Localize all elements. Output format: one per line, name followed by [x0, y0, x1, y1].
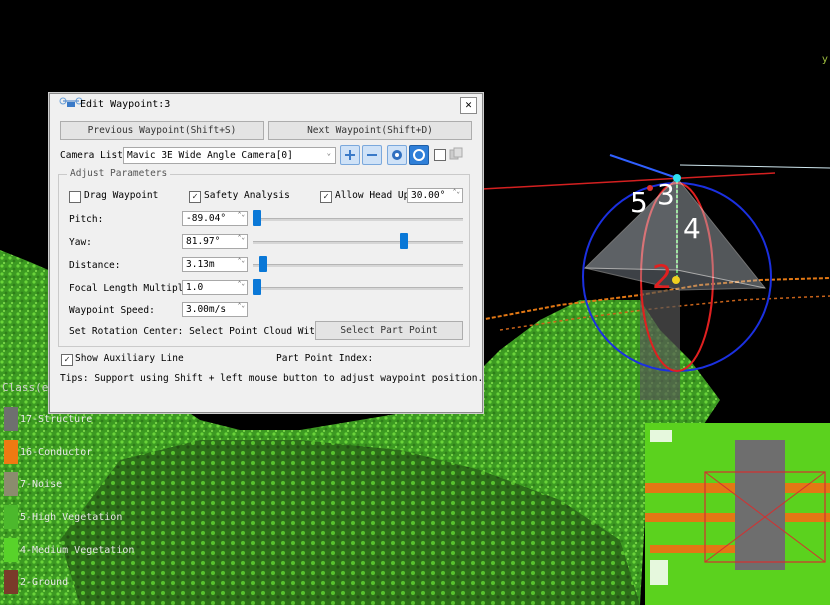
- rotation-center-label: Set Rotation Center: Select Point Cloud …: [69, 326, 350, 337]
- axis-label: y: [822, 54, 828, 65]
- focal-length-spinbox[interactable]: 1.0 ⌃⌄: [182, 280, 248, 295]
- refresh-camera-button[interactable]: [409, 145, 429, 165]
- waypoint-speed-spinbox[interactable]: 3.00m/s ⌃⌄: [182, 302, 248, 317]
- waypoint-label: 3: [657, 178, 675, 211]
- pitch-slider-thumb[interactable]: [253, 210, 261, 226]
- distance-spinbox[interactable]: 3.13m ⌃⌄: [182, 257, 248, 272]
- safety-analysis-label: Safety Analysis: [204, 190, 290, 201]
- waypoint-label: 4: [683, 212, 701, 245]
- minus-icon: [367, 154, 377, 156]
- next-waypoint-button[interactable]: Next Waypoint(Shift+D): [268, 121, 472, 140]
- show-auxiliary-line-checkbox[interactable]: ✓: [61, 354, 73, 366]
- spin-arrows-icon[interactable]: ⌃⌄: [238, 281, 245, 287]
- spin-value: -89.04°: [186, 213, 227, 224]
- camera-option-checkbox[interactable]: [434, 149, 446, 161]
- drag-waypoint-checkbox[interactable]: [69, 191, 81, 203]
- spin-value: 81.97°: [186, 236, 221, 247]
- close-icon: ✕: [465, 98, 472, 111]
- head-up-angle-spinbox[interactable]: 30.00° ⌃⌄: [407, 188, 463, 203]
- dialog-title: Edit Waypoint:3: [80, 99, 171, 110]
- legend-swatch: [4, 505, 18, 529]
- legend-label: 16-Conductor: [20, 446, 93, 458]
- axis-line: [679, 164, 830, 169]
- waypoint-label: 5: [630, 186, 648, 219]
- spin-arrows-icon[interactable]: ⌃⌄: [238, 303, 245, 309]
- safety-analysis-checkbox[interactable]: ✓: [189, 191, 201, 203]
- legend-label: 17-Structure: [20, 413, 93, 425]
- legend-item: 5-High Vegetation: [4, 505, 122, 529]
- legend-item: 2-Ground: [4, 570, 68, 594]
- check-icon: ✓: [192, 192, 198, 202]
- close-button[interactable]: ✕: [460, 97, 477, 114]
- legend-swatch: [4, 440, 18, 464]
- tips-text: Tips: Support using Shift + left mouse b…: [60, 373, 484, 384]
- spin-arrows-icon[interactable]: ⌃⌄: [453, 189, 460, 195]
- legend-title: Class(es: [2, 381, 55, 394]
- spin-arrows-icon[interactable]: ⌃⌄: [238, 212, 245, 218]
- camera-list-label: Camera List:: [60, 150, 129, 161]
- preview-camera-button[interactable]: [387, 145, 407, 165]
- add-camera-button[interactable]: [340, 145, 360, 165]
- spin-value: 1.0: [186, 282, 204, 293]
- legend-label: 4-Medium Vegetation: [20, 544, 135, 556]
- focal-length-slider-thumb[interactable]: [253, 279, 261, 295]
- edit-waypoint-dialog: Edit Waypoint:3 ✕ Previous Waypoint(Shif…: [49, 93, 483, 413]
- yaw-spinbox[interactable]: 81.97° ⌃⌄: [182, 234, 248, 249]
- previous-waypoint-button[interactable]: Previous Waypoint(Shift+S): [60, 121, 264, 140]
- camera-view-icon: [392, 150, 402, 160]
- focal-length-slider-track[interactable]: [253, 287, 463, 290]
- show-auxiliary-line-label: Show Auxiliary Line: [75, 353, 184, 364]
- check-icon: ✓: [323, 192, 329, 202]
- dialog-titlebar[interactable]: Edit Waypoint:3 ✕: [50, 94, 482, 116]
- reference-line: [481, 172, 776, 190]
- distance-slider-track[interactable]: [253, 264, 463, 267]
- spin-value: 30.00°: [411, 190, 446, 201]
- yaw-label: Yaw:: [69, 237, 92, 248]
- legend-item: 4-Medium Vegetation: [4, 538, 134, 562]
- legend-label: 5-High Vegetation: [20, 511, 123, 523]
- legend-swatch: [4, 570, 18, 594]
- yaw-slider-thumb[interactable]: [400, 233, 408, 249]
- chevron-down-icon: ⌄: [326, 149, 331, 157]
- mini-view[interactable]: [645, 423, 830, 605]
- legend-swatch: [4, 538, 18, 562]
- waypoint-label: 2: [652, 258, 672, 296]
- spin-arrows-icon[interactable]: ⌃⌄: [238, 235, 245, 241]
- copy-icon[interactable]: [449, 147, 463, 161]
- remove-camera-button[interactable]: [362, 145, 382, 165]
- plus-icon: [345, 150, 355, 160]
- yaw-slider-track[interactable]: [253, 241, 463, 244]
- waypoint-marker[interactable]: [672, 276, 680, 284]
- pitch-slider-track[interactable]: [253, 218, 463, 221]
- refresh-icon: [413, 149, 425, 161]
- pitch-spinbox[interactable]: -89.04° ⌃⌄: [182, 211, 248, 226]
- adjust-parameters-group: Adjust Parameters Drag Waypoint ✓ Safety…: [58, 168, 470, 347]
- focal-length-label: Focal Length Multiple:: [69, 283, 195, 294]
- part-point-index-label: Part Point Index:: [276, 353, 374, 364]
- legend-label: 2-Ground: [20, 576, 69, 588]
- camera-select[interactable]: Mavic 3E Wide Angle Camera[0] ⌄: [123, 147, 336, 164]
- axis-blue: [609, 154, 678, 179]
- legend-item: 7-Noise: [4, 472, 62, 496]
- legend-swatch: [4, 407, 18, 431]
- legend-label: 7-Noise: [20, 478, 63, 490]
- waypoint-speed-label: Waypoint Speed:: [69, 305, 155, 316]
- spin-value: 3.00m/s: [186, 304, 227, 315]
- spin-value: 3.13m: [186, 259, 215, 270]
- allow-head-up-label: Allow Head Up: [335, 190, 410, 201]
- select-part-point-button[interactable]: Select Part Point: [315, 321, 463, 340]
- camera-select-value: Mavic 3E Wide Angle Camera[0]: [127, 150, 293, 161]
- check-icon: ✓: [64, 355, 70, 365]
- legend-swatch: [4, 472, 18, 496]
- allow-head-up-checkbox[interactable]: ✓: [320, 191, 332, 203]
- distance-slider-thumb[interactable]: [259, 256, 267, 272]
- group-title: Adjust Parameters: [67, 168, 171, 179]
- spin-arrows-icon[interactable]: ⌃⌄: [238, 258, 245, 264]
- legend-item: 16-Conductor: [4, 440, 92, 464]
- pitch-label: Pitch:: [69, 214, 104, 225]
- drag-waypoint-label: Drag Waypoint: [84, 190, 159, 201]
- structure-points: [640, 290, 680, 400]
- distance-label: Distance:: [69, 260, 121, 271]
